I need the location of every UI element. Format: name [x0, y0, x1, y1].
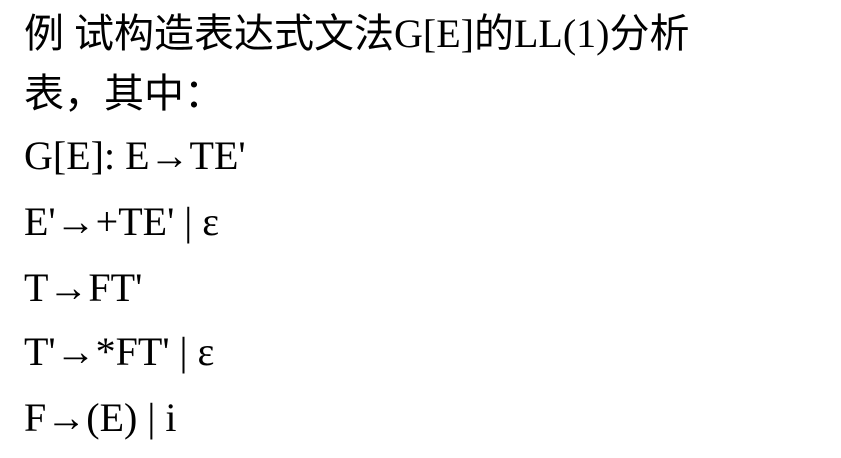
problem-statement-line-2: 表，其中：: [24, 71, 224, 116]
production-f: F→(E) | i: [24, 395, 177, 440]
production-e-prime: E'→+TE' | ε: [24, 199, 220, 244]
document-page: 例 试构造表达式文法G[E]的LL(1)分析 表，其中： G[E]: E→TE'…: [0, 0, 841, 458]
production-t-prime: T'→*FT' | ε: [24, 329, 215, 374]
production-t: T→FT': [24, 265, 143, 310]
grammar-header: G[E]: E→TE': [24, 133, 246, 178]
problem-statement-line-1: 例 试构造表达式文法G[E]的LL(1)分析: [24, 11, 690, 56]
